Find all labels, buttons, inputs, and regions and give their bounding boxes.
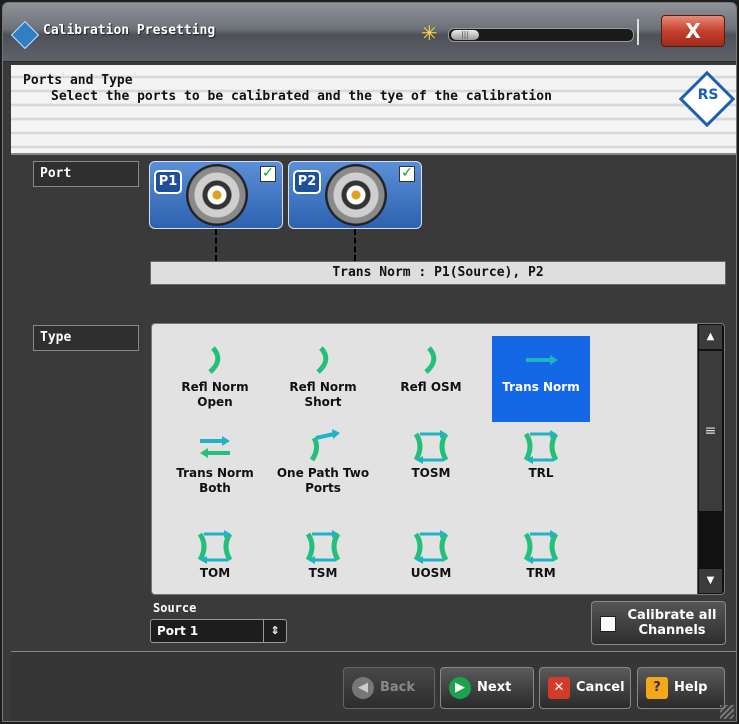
scroll-up-arrow-icon[interactable]: ▲ [699,325,722,349]
type-item-trl[interactable]: TRL [492,422,590,508]
calibrate-all-channels-toggle[interactable]: Calibrate all Channels [591,601,726,645]
port-connector-icon [186,164,248,226]
type-item-refl-norm-short[interactable]: Refl Norm Short [274,336,372,422]
source-value: Port 1 [157,624,199,638]
calibration-mode-summary: Trans Norm : P1(Source), P2 [150,261,726,285]
resize-grip[interactable] [720,705,734,719]
cancel-x-icon: ✕ [548,677,570,699]
type-item-tsm[interactable]: TSM [274,522,372,594]
title-separator [637,19,639,45]
type-label: TRL [528,466,554,480]
window-title: Calibration Presetting [43,23,216,38]
one-path-icon [309,429,340,462]
port-p1-label: P1 [154,170,182,194]
refl-arc-icon [424,346,437,374]
page-title: Ports and Type [23,73,133,88]
rs-logo-text: RS [697,87,719,103]
port-p2-checkbox[interactable]: ✓ [399,166,415,182]
brightness-icon: ✳ [421,21,438,45]
port-connector-icon [325,164,387,226]
header-banner: Ports and Type Select the ports to be ca… [11,65,736,155]
calibrate-all-checkbox[interactable] [600,616,616,632]
app-logo-icon [10,20,40,50]
source-label: Source [153,601,197,615]
refl-arc-icon [316,346,329,374]
cancel-button[interactable]: ✕ Cancel [539,667,631,709]
calibrate-all-label: Calibrate all Channels [627,608,717,638]
type-label: Refl OSM [400,380,462,394]
full-twoport-icon [305,530,341,564]
full-twoport-icon [413,530,449,564]
bidirectional-arrow-icon [200,436,230,458]
slider-thumb[interactable]: ||| [451,30,479,40]
type-item-tom[interactable]: TOM [166,522,264,594]
port-p1-checkbox[interactable]: ✓ [260,166,276,182]
page-subtitle: Select the ports to be calibrated and th… [51,89,552,104]
type-scrollbar[interactable]: ▲ ≡ ▼ [697,324,724,594]
next-button[interactable]: ▶ Next [440,667,534,709]
back-button[interactable]: ◀ Back [343,667,435,709]
back-arrow-icon: ◀ [352,677,374,699]
full-twoport-icon [523,430,559,464]
next-button-label: Next [477,680,512,695]
back-button-label: Back [380,680,416,695]
brightness-slider[interactable]: ||| [448,28,634,42]
cancel-button-label: Cancel [576,680,625,695]
type-label: Trans Norm Both [176,466,254,495]
help-button-label: Help [674,680,708,695]
type-item-tosm[interactable]: TOSM [382,422,480,508]
type-item-trans-norm[interactable]: Trans Norm [492,336,590,422]
type-label: One Path Two Ports [276,466,370,495]
close-button[interactable]: X [661,15,725,47]
calibration-presetting-window: Calibration Presetting ✳ ||| X Ports and… [2,2,737,722]
type-label: TOSM [411,466,451,480]
port-p1-button[interactable]: P1 ✓ [149,161,283,229]
type-item-one-path-two-ports[interactable]: One Path Two Ports [274,422,372,508]
help-question-icon: ? [646,677,668,699]
refl-arc-icon [208,346,221,374]
scroll-thumb[interactable]: ≡ [699,351,722,511]
port-p2-connector-line [354,229,356,261]
scroll-down-arrow-icon[interactable]: ▼ [699,569,722,593]
source-select[interactable]: Port 1 ⇕ [150,619,287,643]
port-p2-button[interactable]: P2 ✓ [288,161,422,229]
type-section-label: Type [33,325,139,351]
type-label: TRM [526,566,556,580]
full-twoport-icon [197,530,233,564]
title-bar[interactable]: Calibration Presetting ✳ ||| X [3,3,736,62]
port-p1-connector-line [215,229,217,261]
full-twoport-icon [413,430,449,464]
type-label: UOSM [410,566,452,580]
type-label: Refl Norm Short [289,380,357,409]
help-button[interactable]: ? Help [637,667,725,709]
type-item-refl-norm-open[interactable]: Refl Norm Open [166,336,264,422]
updown-chevron-icon: ⇕ [263,620,286,642]
next-arrow-icon: ▶ [449,677,471,699]
type-label: Refl Norm Open [181,380,249,409]
type-grid: Refl Norm Open Refl Norm Short Refl OSM … [151,323,725,595]
type-item-uosm[interactable]: UOSM [382,522,480,594]
port-section-label: Port [33,161,139,187]
type-label: Trans Norm [502,380,580,394]
type-label: TOM [199,566,231,580]
full-twoport-icon [523,530,559,564]
right-arrow-icon [526,355,558,365]
port-p2-label: P2 [293,170,321,194]
type-label: TSM [308,566,338,580]
type-item-refl-osm[interactable]: Refl OSM [382,336,480,422]
type-item-trans-norm-both[interactable]: Trans Norm Both [166,422,264,508]
type-item-trm[interactable]: TRM [492,522,590,594]
